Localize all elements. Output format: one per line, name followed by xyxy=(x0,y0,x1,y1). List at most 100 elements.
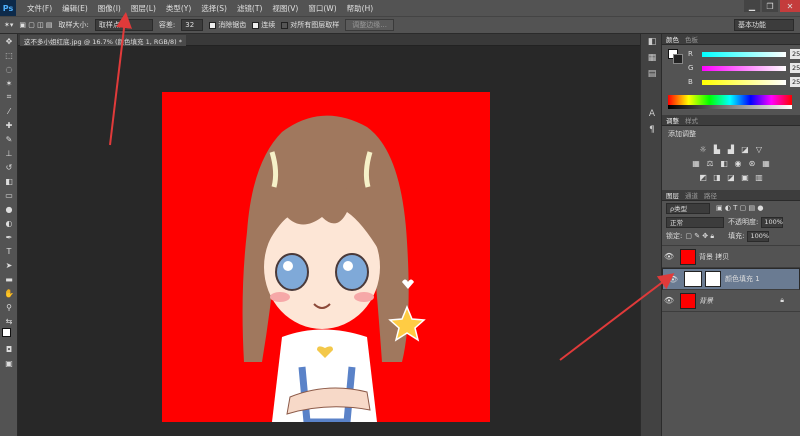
menu-file[interactable]: 文件(F) xyxy=(27,3,52,14)
vibrance-icon[interactable]: ▽ xyxy=(753,144,765,154)
blend-mode-dropdown[interactable]: 正常 xyxy=(666,216,724,228)
opacity-input[interactable]: 100% xyxy=(761,216,784,228)
hand-tool-icon[interactable]: ✋ xyxy=(0,286,18,300)
move-tool-icon[interactable]: ✥ xyxy=(0,34,18,48)
history-panel-icon[interactable]: ▤ xyxy=(641,66,663,82)
lock-icons[interactable]: ▢ ✎ ✥ 🔒︎ xyxy=(685,232,714,241)
brush-tool-icon[interactable]: ✎ xyxy=(0,132,18,146)
document-canvas[interactable] xyxy=(162,92,490,426)
crop-tool-icon[interactable]: ⌗ xyxy=(0,90,18,104)
gradient-tool-icon[interactable]: ▭ xyxy=(0,188,18,202)
layer-row[interactable]: 👁︎ 背景 拷贝 xyxy=(662,246,800,268)
menu-edit[interactable]: 编辑(E) xyxy=(62,3,88,14)
tab-styles[interactable]: 样式 xyxy=(685,115,698,125)
canvas-area[interactable] xyxy=(18,47,640,436)
contiguous-checkbox[interactable] xyxy=(252,21,260,29)
blue-value[interactable]: 255 xyxy=(790,77,800,87)
color-spectrum-bar[interactable] xyxy=(668,95,792,109)
stamp-tool-icon[interactable]: ⊥ xyxy=(0,146,18,160)
eye-icon[interactable]: 👁︎ xyxy=(666,275,680,284)
swatches-panel-icon[interactable]: ▦ xyxy=(641,50,663,66)
color-balance-icon[interactable]: ⚖ xyxy=(704,158,716,168)
menu-type[interactable]: 类型(Y) xyxy=(166,3,191,14)
tab-channels[interactable]: 通道 xyxy=(685,190,698,200)
eye-icon[interactable]: 👁︎ xyxy=(662,296,676,305)
layer-name[interactable]: 背景 拷贝 xyxy=(699,252,729,262)
blue-slider[interactable] xyxy=(702,79,786,85)
workspace-dropdown[interactable]: 基本功能 xyxy=(734,19,794,31)
restore-icon[interactable]: ❐ xyxy=(762,0,778,12)
magic-wand-icon[interactable]: ✶ xyxy=(0,76,18,90)
red-slider[interactable] xyxy=(702,51,786,57)
dodge-tool-icon[interactable]: ◐ xyxy=(0,216,18,230)
hue-saturation-icon[interactable]: ▦ xyxy=(690,158,702,168)
layer-row[interactable]: 👁︎ 背景 🔒︎ xyxy=(662,290,800,312)
marquee-tool-icon[interactable]: ⬚ xyxy=(0,48,18,62)
menu-filter[interactable]: 滤镜(T) xyxy=(237,3,262,14)
menu-view[interactable]: 视图(V) xyxy=(272,3,298,14)
type-tool-icon[interactable]: T xyxy=(0,244,18,258)
minimize-icon[interactable]: ▁ xyxy=(744,0,760,12)
posterize-icon[interactable]: ◨ xyxy=(711,172,723,182)
green-value[interactable]: 255 xyxy=(790,63,800,73)
layer-row-selected[interactable]: 👁︎ 颜色填充 1 xyxy=(662,268,800,290)
refine-edge-button[interactable]: 调整边缘... xyxy=(345,19,394,31)
healing-brush-icon[interactable]: ✚ xyxy=(0,118,18,132)
layer-name[interactable]: 颜色填充 1 xyxy=(725,274,760,284)
magic-wand-tool-icon[interactable]: ✶▾ xyxy=(4,21,13,29)
paragraph-panel-icon[interactable]: ¶ xyxy=(641,122,663,138)
red-value[interactable]: 255 xyxy=(790,49,800,59)
color-swatches-icon[interactable] xyxy=(0,328,18,342)
layer-name[interactable]: 背景 xyxy=(699,296,713,306)
all-layers-checkbox[interactable] xyxy=(281,21,289,29)
document-tab[interactable]: 这不多小姐红底.jpg @ 16.7% (颜色填充 1, RGB/8) * xyxy=(20,35,187,46)
photo-filter-icon[interactable]: ◉ xyxy=(732,158,744,168)
brightness-icon[interactable]: ☼ xyxy=(697,144,709,154)
layer-filter-icons[interactable]: ▣ ◐ T ▢ ▤ ● xyxy=(716,204,763,212)
screen-mode-icon[interactable]: ▣ xyxy=(0,356,18,370)
tab-swatches[interactable]: 色板 xyxy=(685,34,698,44)
exposure-icon[interactable]: ◪ xyxy=(739,144,751,154)
lasso-tool-icon[interactable]: ◌ xyxy=(0,62,18,76)
swap-colors-icon[interactable]: ⇆ xyxy=(0,314,18,328)
pen-tool-icon[interactable]: ✒ xyxy=(0,230,18,244)
layer-filter-dropdown[interactable]: ρ类型 xyxy=(666,202,710,214)
eyedropper-icon[interactable]: ⁄ xyxy=(0,104,18,118)
invert-icon[interactable]: ◩ xyxy=(697,172,709,182)
channel-mixer-icon[interactable]: ⊛ xyxy=(746,158,758,168)
menu-help[interactable]: 帮助(H) xyxy=(347,3,374,14)
character-panel-icon[interactable]: A xyxy=(641,106,663,122)
color-lookup-icon[interactable]: ▦ xyxy=(760,158,772,168)
tolerance-input[interactable]: 32 xyxy=(181,19,204,31)
eraser-icon[interactable]: ◧ xyxy=(0,174,18,188)
menu-layer[interactable]: 图层(L) xyxy=(131,3,156,14)
sample-size-dropdown[interactable]: 取样点 xyxy=(94,19,153,31)
quick-mask-icon[interactable]: ◘ xyxy=(0,342,18,356)
path-select-icon[interactable]: ➤ xyxy=(0,258,18,272)
shape-tool-icon[interactable]: ▬ xyxy=(0,272,18,286)
zoom-tool-icon[interactable]: ⚲ xyxy=(0,300,18,314)
gradient-map-icon[interactable]: ▥ xyxy=(753,172,765,182)
color-panel-icon[interactable]: ◧ xyxy=(641,34,663,50)
tab-paths[interactable]: 路径 xyxy=(704,190,717,200)
menu-select[interactable]: 选择(S) xyxy=(201,3,227,14)
close-icon[interactable]: ✕ xyxy=(780,0,800,12)
layer-mask-thumbnail[interactable] xyxy=(705,271,721,287)
blur-tool-icon[interactable]: ● xyxy=(0,202,18,216)
menu-window[interactable]: 窗口(W) xyxy=(308,3,336,14)
menu-image[interactable]: 图像(I) xyxy=(98,3,121,14)
selection-mode-icons[interactable]: ▣ ▢ ◫ ▤ xyxy=(19,21,52,29)
antialias-checkbox[interactable] xyxy=(209,21,217,29)
eye-icon[interactable]: 👁︎ xyxy=(662,252,676,261)
history-brush-icon[interactable]: ↺ xyxy=(0,160,18,174)
black-white-icon[interactable]: ◧ xyxy=(718,158,730,168)
fill-input[interactable]: 100% xyxy=(747,230,770,242)
tab-adjustments[interactable]: 调整 xyxy=(666,115,679,125)
levels-icon[interactable]: ▙ xyxy=(711,144,723,154)
threshold-icon[interactable]: ◪ xyxy=(725,172,737,182)
tab-color[interactable]: 颜色 xyxy=(666,34,679,44)
selective-color-icon[interactable]: ▣ xyxy=(739,172,751,182)
curves-icon[interactable]: ▟ xyxy=(725,144,737,154)
green-slider[interactable] xyxy=(702,65,786,71)
tab-layers[interactable]: 图层 xyxy=(666,190,679,200)
